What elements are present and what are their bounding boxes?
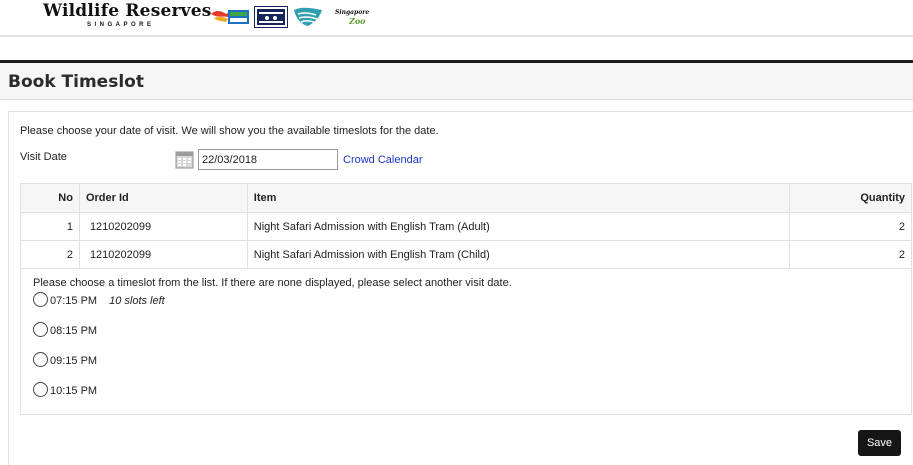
item-name: Night Safari Admission with English Tram… bbox=[246, 240, 791, 269]
timeslot-time: 09:15 PM bbox=[50, 355, 98, 367]
timeslot-radio[interactable] bbox=[33, 321, 48, 337]
table-row: 1 1210202099 Night Safari Admission with… bbox=[20, 212, 912, 241]
order-id: 1210202099 bbox=[78, 240, 248, 269]
item-quantity: 2 bbox=[789, 212, 912, 241]
timeslot-option[interactable]: 10:15 PM bbox=[33, 380, 97, 398]
visit-date-instruction: Please choose your date of visit. We wil… bbox=[20, 125, 439, 137]
timeslot-option[interactable]: 09:15 PM bbox=[33, 350, 97, 368]
brand-name: Wildlife Reserves bbox=[43, 1, 212, 21]
slots-left-note: 10 slots left bbox=[109, 295, 165, 307]
singapore-zoo-logo: Singapore Zoo bbox=[335, 9, 370, 26]
row-number: 1 bbox=[20, 212, 80, 241]
partner-logos: Singapore Zoo bbox=[210, 4, 369, 30]
item-quantity: 2 bbox=[789, 240, 912, 269]
wildlife-reserves-logo[interactable]: Wildlife Reserves SINGAPORE bbox=[43, 2, 223, 34]
jurong-bird-park-logo bbox=[210, 6, 250, 28]
timeslot-option[interactable]: 07:15 PM 10 slots left bbox=[33, 290, 165, 308]
order-items-table: No Order Id Item Quantity 1 1210202099 N… bbox=[20, 183, 912, 269]
timeslot-time: 07:15 PM bbox=[50, 295, 98, 307]
column-header-no: No bbox=[20, 183, 80, 213]
timeslot-list: Please choose a timeslot from the list. … bbox=[20, 268, 912, 415]
timeslot-time: 10:15 PM bbox=[50, 385, 98, 397]
title-bar: Book Timeslot bbox=[0, 63, 913, 100]
save-button[interactable]: Save bbox=[858, 430, 901, 456]
order-id: 1210202099 bbox=[78, 212, 248, 241]
item-name: Night Safari Admission with English Tram… bbox=[246, 212, 791, 241]
timeslot-radio[interactable] bbox=[33, 291, 48, 307]
site-header: Wildlife Reserves SINGAPORE Singapore Zo… bbox=[0, 0, 913, 37]
crowd-calendar-link[interactable]: Crowd Calendar bbox=[343, 154, 422, 166]
table-header-row: No Order Id Item Quantity bbox=[20, 183, 912, 213]
page-title: Book Timeslot bbox=[8, 72, 144, 92]
column-header-item: Item bbox=[246, 183, 791, 213]
visit-date-label: Visit Date bbox=[20, 151, 67, 163]
timeslot-radio[interactable] bbox=[33, 351, 48, 367]
river-safari-logo bbox=[292, 6, 326, 28]
timeslot-option[interactable]: 08:15 PM bbox=[33, 320, 97, 338]
column-header-quantity: Quantity bbox=[789, 183, 912, 213]
column-header-order-id: Order Id bbox=[78, 183, 248, 213]
night-safari-logo bbox=[254, 6, 288, 28]
table-row: 2 1210202099 Night Safari Admission with… bbox=[20, 240, 912, 269]
timeslot-radio[interactable] bbox=[33, 381, 48, 397]
visit-date-input[interactable] bbox=[198, 149, 338, 170]
brand-subtitle: SINGAPORE bbox=[87, 22, 155, 28]
timeslot-instruction: Please choose a timeslot from the list. … bbox=[33, 277, 512, 289]
row-number: 2 bbox=[20, 240, 80, 269]
timeslot-time: 08:15 PM bbox=[50, 325, 98, 337]
calendar-icon[interactable] bbox=[175, 150, 194, 169]
